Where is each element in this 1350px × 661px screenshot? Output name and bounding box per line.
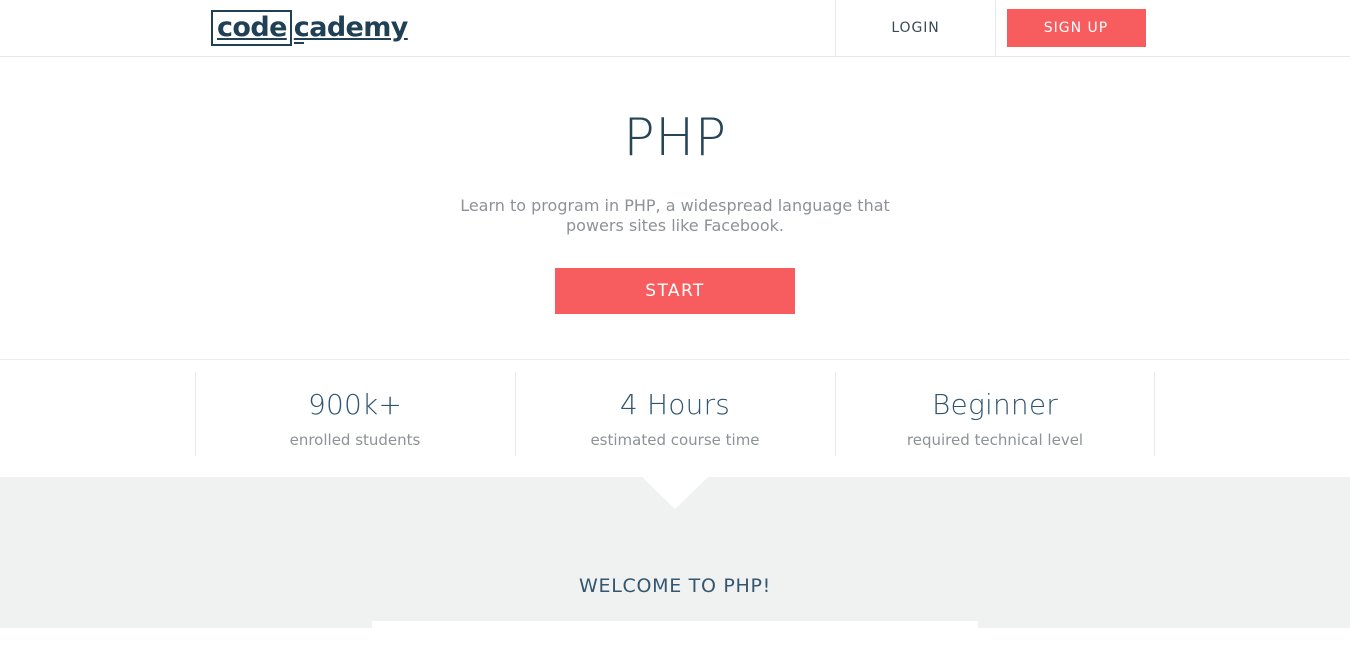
page-title: PHP xyxy=(623,108,727,168)
codecademy-logo[interactable]: code cademy xyxy=(211,10,408,46)
login-cell[interactable]: LOGIN xyxy=(836,0,995,56)
course-stats: 900k+ enrolled students 4 Hours estimate… xyxy=(0,360,1350,477)
stat-value: Beginner xyxy=(932,387,1058,421)
login-link[interactable]: LOGIN xyxy=(891,20,939,36)
signup-button[interactable]: SIGN UP xyxy=(1006,9,1146,47)
hero-subtitle: Learn to program in PHP, a widespread la… xyxy=(460,196,890,235)
stat-value: 4 Hours xyxy=(619,387,731,421)
stat-label: estimated course time xyxy=(590,430,760,449)
logo-boxed-text: code xyxy=(211,10,292,46)
stat-technical-level: Beginner required technical level xyxy=(835,371,1155,459)
header-nav: LOGIN SIGN UP xyxy=(835,0,1156,56)
start-button[interactable]: START xyxy=(555,268,795,314)
section-notch-icon xyxy=(642,477,708,509)
site-header: code cademy LOGIN SIGN UP xyxy=(0,0,1350,57)
stat-enrolled-students: 900k+ enrolled students xyxy=(195,371,515,459)
hero-section: PHP Learn to program in PHP, a widesprea… xyxy=(0,57,1350,360)
lesson-section: WELCOME TO PHP! xyxy=(0,477,1350,661)
lesson-card[interactable] xyxy=(372,621,978,661)
signup-cell: SIGN UP xyxy=(996,0,1156,56)
stat-label: enrolled students xyxy=(289,430,421,449)
welcome-heading: WELCOME TO PHP! xyxy=(579,575,771,597)
logo-rest-text: cademy xyxy=(293,12,408,44)
stat-label: required technical level xyxy=(906,430,1084,449)
stat-value: 900k+ xyxy=(307,387,403,421)
stat-course-time: 4 Hours estimated course time xyxy=(515,371,835,459)
